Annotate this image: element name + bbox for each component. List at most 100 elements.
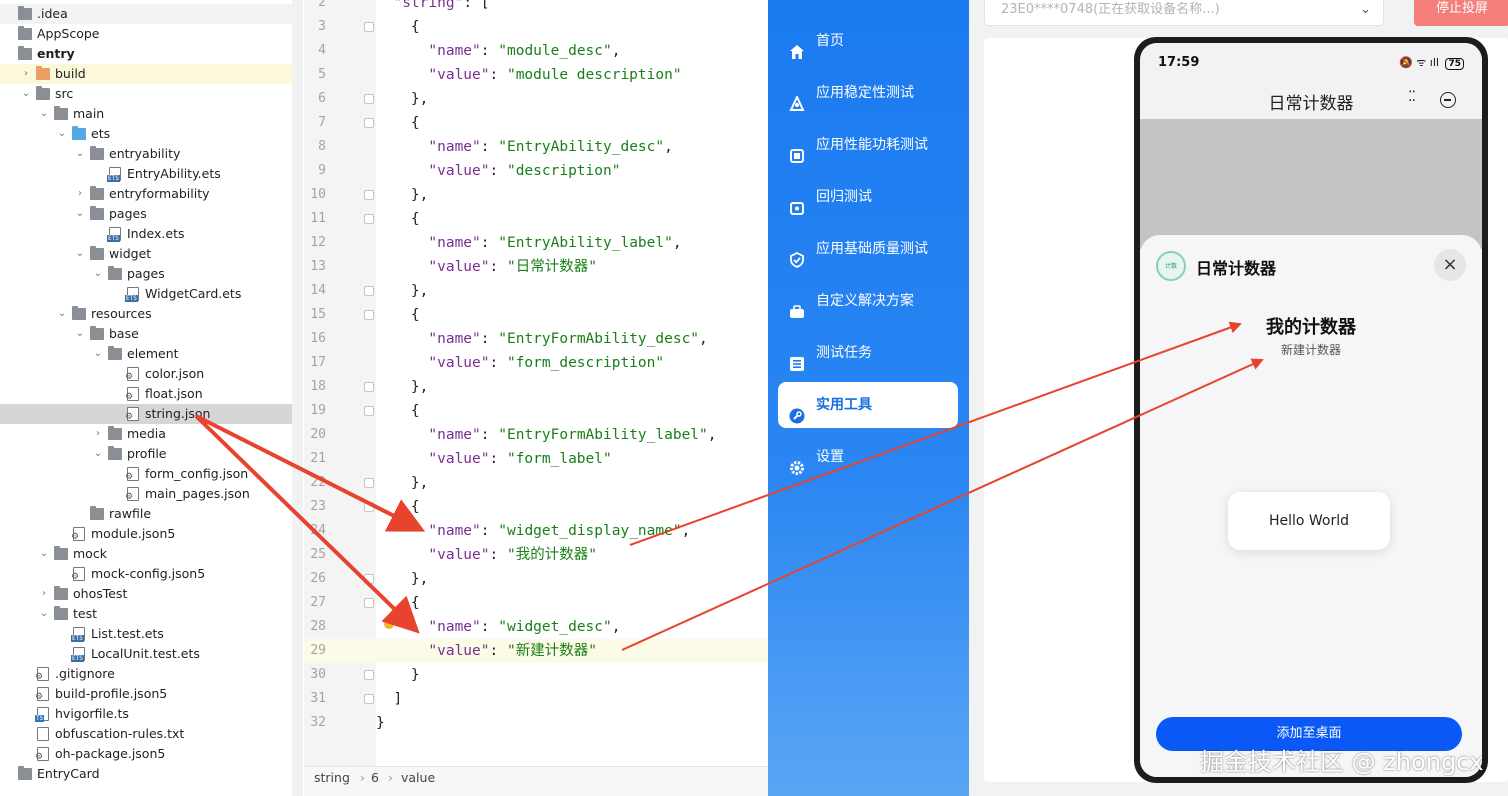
- chevron-down-icon[interactable]: ⌄: [56, 304, 68, 324]
- code-line[interactable]: 28 "name": "widget_desc",: [304, 615, 768, 639]
- code-line[interactable]: 2 "string": [: [304, 0, 768, 15]
- fold-marker-icon[interactable]: [364, 118, 374, 128]
- fold-marker-icon[interactable]: [364, 190, 374, 200]
- code-line[interactable]: 6 },: [304, 87, 768, 111]
- fold-marker-icon[interactable]: [364, 286, 374, 296]
- tree-item[interactable]: ⚙ .gitignore: [0, 664, 302, 684]
- more-icon[interactable]: ⁚⁚: [1408, 89, 1416, 105]
- code-line[interactable]: 26 },: [304, 567, 768, 591]
- sidebar-item[interactable]: 自定义解决方案: [778, 278, 958, 324]
- code-line[interactable]: 8 "name": "EntryAbility_desc",: [304, 135, 768, 159]
- code-line[interactable]: 18 },: [304, 375, 768, 399]
- chevron-down-icon[interactable]: ⌄: [92, 444, 104, 464]
- project-tree-scrollbar[interactable]: [292, 0, 303, 796]
- tree-item[interactable]: ⚙ mock-config.json5: [0, 564, 302, 584]
- breadcrumb-item[interactable]: 6: [371, 767, 379, 789]
- tree-item[interactable]: ⌄ pages: [0, 204, 302, 224]
- tree-item[interactable]: › entryformability: [0, 184, 302, 204]
- code-line[interactable]: 32}: [304, 711, 768, 735]
- code-line[interactable]: 4 "name": "module_desc",: [304, 39, 768, 63]
- code-line[interactable]: 30 }: [304, 663, 768, 687]
- tree-item[interactable]: ⌄ pages: [0, 264, 302, 284]
- chevron-right-icon[interactable]: ›: [74, 184, 86, 204]
- fold-marker-icon[interactable]: [364, 94, 374, 104]
- tree-item[interactable]: › build: [0, 64, 302, 84]
- code-line[interactable]: 24 "name": "widget_display_name",: [304, 519, 768, 543]
- tree-item[interactable]: EntryCard: [0, 764, 302, 784]
- chevron-down-icon[interactable]: ⌄: [74, 144, 86, 164]
- tree-item[interactable]: ETS Index.ets: [0, 224, 302, 244]
- code-line[interactable]: 9 "value": "description": [304, 159, 768, 183]
- code-line[interactable]: 14 },: [304, 279, 768, 303]
- code-line[interactable]: 13 "value": "日常计数器": [304, 255, 768, 279]
- tree-item[interactable]: ⚙ form_config.json: [0, 464, 302, 484]
- code-line[interactable]: 7 {: [304, 111, 768, 135]
- tree-item[interactable]: ⌄ element: [0, 344, 302, 364]
- close-icon[interactable]: ×: [1434, 249, 1466, 281]
- tree-item[interactable]: ⌄ mock: [0, 544, 302, 564]
- code-line[interactable]: 17 "value": "form_description": [304, 351, 768, 375]
- sidebar-item[interactable]: 首页: [778, 18, 958, 64]
- code-line[interactable]: 15 {: [304, 303, 768, 327]
- tree-item[interactable]: AppScope: [0, 24, 302, 44]
- code-line[interactable]: 5 "value": "module description": [304, 63, 768, 87]
- tree-item[interactable]: › ohosTest: [0, 584, 302, 604]
- code-line[interactable]: 20 "name": "EntryFormAbility_label",: [304, 423, 768, 447]
- sidebar-item[interactable]: 实用工具: [778, 382, 958, 428]
- code-editor[interactable]: 2 "string": [3 {4 "name": "module_desc",…: [304, 0, 768, 766]
- fold-marker-icon[interactable]: [364, 406, 374, 416]
- tree-item[interactable]: ⚙ string.json: [0, 404, 302, 424]
- chevron-right-icon[interactable]: ›: [38, 584, 50, 604]
- tree-item[interactable]: ⚙ color.json: [0, 364, 302, 384]
- chevron-right-icon[interactable]: ›: [20, 64, 32, 84]
- sidebar-item[interactable]: 测试任务: [778, 330, 958, 376]
- code-line[interactable]: 19 {: [304, 399, 768, 423]
- tree-item[interactable]: ⌄ main: [0, 104, 302, 124]
- chevron-down-icon[interactable]: ⌄: [74, 204, 86, 224]
- tree-item[interactable]: TS hvigorfile.ts: [0, 704, 302, 724]
- fold-marker-icon[interactable]: [364, 310, 374, 320]
- chevron-down-icon[interactable]: ⌄: [92, 264, 104, 284]
- code-line[interactable]: 16 "name": "EntryFormAbility_desc",: [304, 327, 768, 351]
- code-line[interactable]: 29 "value": "新建计数器": [304, 639, 768, 663]
- tree-item[interactable]: ⌄ profile: [0, 444, 302, 464]
- breadcrumb-item[interactable]: string: [314, 767, 350, 789]
- tree-item[interactable]: ⌄ resources: [0, 304, 302, 324]
- chevron-right-icon[interactable]: ›: [92, 424, 104, 444]
- fold-marker-icon[interactable]: [364, 214, 374, 224]
- chevron-down-icon[interactable]: ⌄: [38, 544, 50, 564]
- code-line[interactable]: 31 ]: [304, 687, 768, 711]
- exit-icon[interactable]: [1440, 92, 1456, 108]
- fold-marker-icon[interactable]: [364, 574, 374, 584]
- chevron-down-icon[interactable]: ⌄: [38, 604, 50, 624]
- code-line[interactable]: 21 "value": "form_label": [304, 447, 768, 471]
- tree-item[interactable]: rawfile: [0, 504, 302, 524]
- tree-item[interactable]: ⚙ main_pages.json: [0, 484, 302, 504]
- sidebar-item[interactable]: 应用性能功耗测试: [778, 122, 958, 168]
- code-line[interactable]: 12 "name": "EntryAbility_label",: [304, 231, 768, 255]
- tree-item[interactable]: ⚙ build-profile.json5: [0, 684, 302, 704]
- code-line[interactable]: 25 "value": "我的计数器": [304, 543, 768, 567]
- tree-item[interactable]: entry: [0, 44, 302, 64]
- code-line[interactable]: 10 },: [304, 183, 768, 207]
- tree-item[interactable]: ETS LocalUnit.test.ets: [0, 644, 302, 664]
- fold-marker-icon[interactable]: [364, 22, 374, 32]
- sidebar-item[interactable]: 应用基础质量测试: [778, 226, 958, 272]
- tree-item[interactable]: obfuscation-rules.txt: [0, 724, 302, 744]
- tree-item[interactable]: ⌄ ets: [0, 124, 302, 144]
- tree-item[interactable]: ⚙ float.json: [0, 384, 302, 404]
- widget-card-preview[interactable]: Hello World: [1228, 492, 1390, 550]
- code-line[interactable]: 23 {: [304, 495, 768, 519]
- tree-item[interactable]: ⌄ src: [0, 84, 302, 104]
- tree-item[interactable]: ⌄ base: [0, 324, 302, 344]
- code-line[interactable]: 27 {: [304, 591, 768, 615]
- code-line[interactable]: 22 },: [304, 471, 768, 495]
- fold-marker-icon[interactable]: [364, 670, 374, 680]
- stop-mirroring-button[interactable]: 停止投屏: [1414, 0, 1508, 26]
- fold-marker-icon[interactable]: [364, 598, 374, 608]
- chevron-down-icon[interactable]: ⌄: [20, 84, 32, 104]
- tree-item[interactable]: › media: [0, 424, 302, 444]
- tree-item[interactable]: .idea: [0, 4, 302, 24]
- tree-item[interactable]: ⌄ widget: [0, 244, 302, 264]
- chevron-down-icon[interactable]: ⌄: [74, 324, 86, 344]
